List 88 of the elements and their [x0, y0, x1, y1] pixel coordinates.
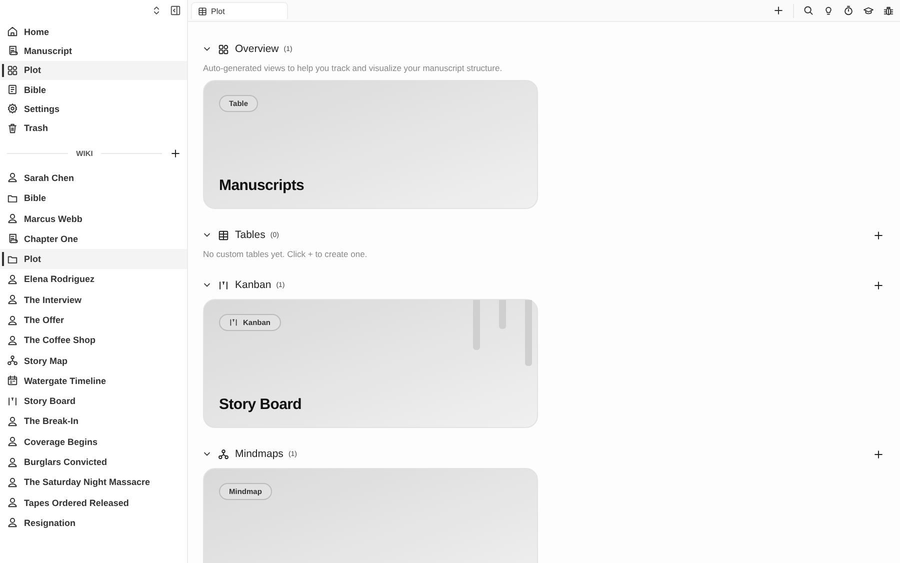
scroll-icon	[7, 45, 18, 56]
sidebar-item[interactable]: Settings	[0, 99, 187, 118]
new-tab-button[interactable]	[773, 5, 784, 16]
sidebar-item[interactable]: The Coffee Shop	[0, 330, 187, 350]
trash-icon	[7, 122, 18, 134]
sidebar-item[interactable]: Trash	[0, 118, 187, 138]
person-icon	[7, 274, 18, 285]
sidebar-item[interactable]: Home	[0, 22, 187, 42]
sidebar-item[interactable]: Burglars Convicted	[0, 452, 187, 472]
section-title: Overview	[235, 43, 279, 55]
bug-icon	[883, 5, 894, 16]
search-button[interactable]	[803, 5, 814, 16]
sidebar-item[interactable]: Tapes Ordered Released	[0, 492, 187, 513]
sidebar-item[interactable]: Bible	[0, 188, 187, 208]
columns-icon	[218, 280, 229, 290]
search-icon	[803, 5, 814, 16]
section-title: Kanban	[235, 279, 272, 291]
gear-icon	[7, 103, 18, 114]
folder-icon	[7, 192, 18, 204]
bulb-button[interactable]	[823, 5, 834, 16]
sidebar-item[interactable]: Story Map	[0, 350, 187, 371]
graduation-cap-icon	[863, 5, 874, 16]
person-icon	[7, 456, 18, 468]
person-icon	[7, 497, 18, 508]
person-icon	[7, 476, 18, 488]
learn-button[interactable]	[863, 5, 874, 16]
sidebar-item[interactable]: Manuscript	[0, 41, 187, 61]
collapse-sidebar-button[interactable]	[170, 5, 181, 16]
section-description: Auto-generated views to help you track and visualize your manuscript structure.	[203, 63, 504, 73]
sidebar-item[interactable]: The Interview	[0, 290, 187, 310]
sidebar-item[interactable]: Chapter One	[0, 228, 187, 249]
sort-button[interactable]	[151, 5, 162, 16]
add-button[interactable]	[873, 448, 884, 460]
sidebar-item[interactable]: Plot	[0, 60, 187, 80]
sidebar-item[interactable]: Sarah Chen	[0, 168, 187, 188]
person-icon	[7, 294, 18, 306]
card-title: Story Board	[219, 396, 303, 413]
sidebar-item[interactable]: Story Board	[0, 391, 187, 412]
section-title: Tables	[235, 229, 266, 241]
person-icon	[7, 416, 18, 427]
folder-icon	[7, 254, 18, 265]
section-description: No custom tables yet. Click + to create one.	[203, 249, 368, 259]
sidebar-item[interactable]: Bible	[0, 80, 187, 100]
card-title: Manuscripts	[219, 177, 306, 194]
sidebar-item[interactable]: Resignation	[0, 512, 187, 534]
plus-icon	[773, 5, 784, 16]
nodes-icon	[218, 448, 229, 460]
sidebar-panel-icon	[170, 5, 181, 16]
person-icon	[7, 334, 18, 346]
sidebar-item[interactable]: Coverage Begins	[0, 432, 187, 452]
debug-button[interactable]	[883, 5, 894, 16]
sidebar-item[interactable]: Watergate Timeline	[0, 370, 187, 392]
book-icon	[7, 84, 18, 96]
up-down-icon	[151, 5, 162, 16]
sidebar-item[interactable]: The Break-In	[0, 411, 187, 432]
person-icon	[7, 172, 18, 184]
table-icon	[218, 230, 229, 240]
grid-icon	[7, 64, 18, 76]
columns-icon	[7, 396, 18, 407]
timer-button[interactable]	[843, 5, 854, 16]
calendar-icon	[7, 375, 18, 386]
sidebar-item[interactable]: The Offer	[0, 310, 187, 330]
nodes-icon	[7, 355, 18, 366]
person-icon	[7, 517, 18, 528]
add-button[interactable]	[873, 230, 884, 240]
person-icon	[7, 436, 18, 448]
plus-icon	[873, 230, 884, 240]
plus-icon	[873, 280, 884, 290]
add-button[interactable]	[170, 148, 182, 159]
plus-icon	[873, 448, 884, 460]
person-icon	[7, 213, 18, 224]
columns-icon	[229, 318, 238, 327]
house-icon	[7, 26, 18, 38]
plus-icon	[170, 148, 182, 159]
section-title: Mindmaps	[235, 448, 284, 460]
columns-drawing	[473, 300, 533, 366]
person-icon	[7, 314, 18, 326]
bulb-icon	[823, 5, 834, 16]
sidebar-item[interactable]: Marcus Webb	[0, 208, 187, 229]
sidebar-item[interactable]: Plot	[0, 248, 187, 270]
add-button[interactable]	[873, 280, 884, 290]
scroll-icon	[7, 233, 18, 244]
sidebar-item[interactable]: Elena Rodriguez	[0, 269, 187, 290]
table-icon	[198, 6, 207, 16]
stopwatch-icon	[843, 5, 854, 16]
tab[interactable]: Plot	[191, 2, 288, 19]
grid-icon	[218, 44, 229, 54]
sidebar-item[interactable]: The Saturday Night Massacre	[0, 472, 187, 493]
